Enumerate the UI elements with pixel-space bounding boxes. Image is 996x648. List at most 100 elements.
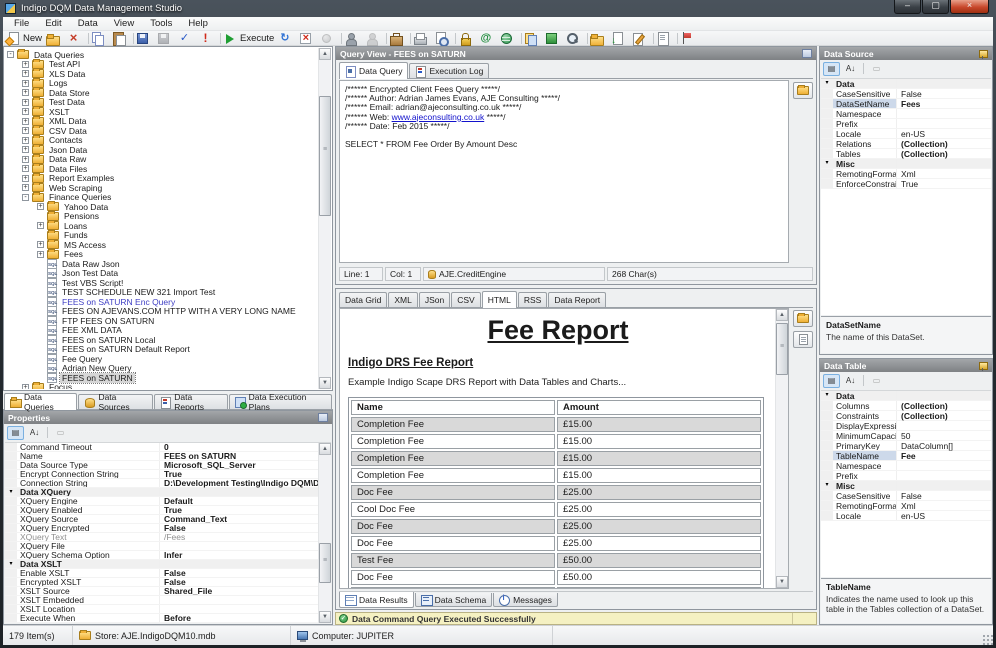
query-view-tab[interactable]: Data Query: [339, 62, 408, 79]
property-value[interactable]: (Collection): [897, 401, 991, 411]
categorized-view-button[interactable]: ▤: [823, 62, 840, 76]
toolbar-button[interactable]: [388, 31, 409, 45]
property-row[interactable]: ▾ XQuery Text /Fees: [5, 533, 318, 542]
toolbar-button[interactable]: [565, 31, 586, 45]
property-value[interactable]: D:\Development Testing\Indigo DQM\Data\J…: [160, 478, 318, 488]
pin-icon[interactable]: [978, 361, 988, 371]
scrollbar-thumb[interactable]: [319, 96, 331, 216]
results-format-tab[interactable]: Data Grid: [339, 292, 387, 307]
properties-scrollbar[interactable]: ▲ ▼: [318, 443, 331, 623]
property-value[interactable]: Xml: [897, 169, 991, 179]
tree-item[interactable]: + CSV Data: [5, 126, 318, 136]
property-row[interactable]: ▾ Data: [821, 391, 991, 401]
property-row[interactable]: ▾ XSLT Embedded: [5, 596, 318, 605]
tree-expander-icon[interactable]: +: [22, 99, 29, 106]
results-bottom-tab[interactable]: Data Results: [339, 592, 414, 608]
sql-editor[interactable]: /****** Encrypted Client Fees Query ****…: [339, 80, 789, 263]
scrollbar-thumb[interactable]: [776, 323, 788, 375]
tree-item[interactable]: + Fees: [5, 250, 318, 260]
tree-item[interactable]: + Logs: [5, 79, 318, 89]
tree-expander-icon[interactable]: +: [22, 127, 29, 134]
property-row[interactable]: ▾ Constraints (Collection): [821, 411, 991, 421]
tree-expander-icon[interactable]: +: [22, 165, 29, 172]
property-value[interactable]: False: [897, 491, 991, 501]
results-format-tab[interactable]: HTML: [482, 291, 517, 308]
property-row[interactable]: ▾ DisplayExpression: [821, 421, 991, 431]
toolbar-button[interactable]: [499, 31, 520, 45]
toolbar-button[interactable]: [679, 31, 700, 45]
toolbar-button[interactable]: [277, 31, 298, 45]
tree-expander-icon[interactable]: +: [37, 251, 44, 258]
toolbar-button[interactable]: [544, 31, 565, 45]
results-format-tab[interactable]: CSV: [451, 292, 480, 307]
tree-item[interactable]: + Report Examples: [5, 174, 318, 184]
alphabetical-sort-button[interactable]: A↓: [26, 426, 43, 440]
toolbar-button[interactable]: [135, 31, 156, 45]
tree-item[interactable]: TEST SCHEDULE NEW 321 Import Test: [5, 288, 318, 298]
property-row[interactable]: ▾ Data: [821, 79, 991, 89]
results-format-tab[interactable]: Data Report: [548, 292, 606, 307]
property-value[interactable]: Fees: [897, 99, 991, 109]
report-scrollbar[interactable]: ▲ ▼: [775, 309, 788, 588]
left-panel-tab[interactable]: Data Reports: [154, 394, 227, 409]
scroll-up-arrow-icon[interactable]: ▲: [776, 309, 788, 321]
property-row[interactable]: ▾ Namespace: [821, 109, 991, 119]
scroll-up-arrow-icon[interactable]: ▲: [319, 48, 331, 60]
property-value[interactable]: Before: [160, 613, 318, 623]
tree-expander-icon[interactable]: +: [37, 222, 44, 229]
tree-expander-icon[interactable]: +: [22, 89, 29, 96]
tree-item[interactable]: FEE XML DATA: [5, 326, 318, 336]
tree-item[interactable]: + Data Raw: [5, 155, 318, 165]
property-row[interactable]: ▾ Misc: [821, 159, 991, 169]
tree-item[interactable]: FEES on SATURN Default Report: [5, 345, 318, 355]
property-row[interactable]: ▾ Connection String D:\Development Testi…: [5, 479, 318, 488]
menu-item[interactable]: Tools: [142, 18, 180, 29]
property-row[interactable]: ▾ RemotingFormat Xml: [821, 501, 991, 511]
tree-expander-icon[interactable]: -: [7, 51, 14, 58]
tree-expander-icon[interactable]: -: [22, 194, 29, 201]
toolbar-button[interactable]: [111, 31, 132, 45]
property-row[interactable]: ▾ CaseSensitive False: [821, 89, 991, 99]
tree-item[interactable]: FTP FEES ON SATURN: [5, 316, 318, 326]
property-value[interactable]: /Fees: [160, 532, 318, 542]
minimize-button[interactable]: –: [894, 0, 921, 14]
scroll-down-arrow-icon[interactable]: ▼: [319, 377, 331, 389]
property-row[interactable]: ▾ Execute When Before: [5, 614, 318, 623]
tree-item[interactable]: Json Test Data: [5, 269, 318, 279]
property-value[interactable]: (Collection): [897, 149, 991, 159]
property-value[interactable]: DataColumn[]: [897, 441, 991, 451]
categorized-view-button[interactable]: ▤: [823, 374, 840, 388]
toolbar-button[interactable]: [298, 31, 319, 45]
menu-item[interactable]: Edit: [37, 18, 69, 29]
tree-item[interactable]: + XML Data: [5, 117, 318, 127]
toolbar-button[interactable]: New: [5, 31, 45, 45]
property-value[interactable]: (Collection): [897, 411, 991, 421]
tree-expander-icon[interactable]: +: [22, 70, 29, 77]
property-value[interactable]: 50: [897, 431, 991, 441]
menu-item[interactable]: View: [106, 18, 142, 29]
alphabetical-sort-button[interactable]: A↓: [842, 374, 859, 388]
maximize-button[interactable]: ▢: [922, 0, 949, 14]
toolbar-button[interactable]: [589, 31, 610, 45]
property-row[interactable]: ▾ TableName Fee: [821, 451, 991, 461]
tree-item[interactable]: - Data Queries: [5, 50, 318, 60]
open-query-file-button[interactable]: [793, 82, 813, 99]
property-value[interactable]: en-US: [897, 511, 991, 521]
toolbar-button[interactable]: [90, 31, 111, 45]
property-value[interactable]: Fee: [897, 451, 991, 461]
tree-item[interactable]: + XSLT: [5, 107, 318, 117]
property-row[interactable]: ▾ Prefix: [821, 471, 991, 481]
property-value[interactable]: True: [897, 179, 991, 189]
query-view-tab[interactable]: Execution Log: [409, 63, 489, 78]
tree-item[interactable]: + Json Data: [5, 145, 318, 155]
toolbar-button[interactable]: [631, 31, 652, 45]
tree-expander-icon[interactable]: +: [22, 137, 29, 144]
tree-expander-icon[interactable]: +: [22, 108, 29, 115]
toolbar-button[interactable]: [45, 31, 66, 45]
view-report-source-button[interactable]: [793, 331, 813, 348]
property-row[interactable]: ▾ Locale en-US: [821, 511, 991, 521]
pin-icon[interactable]: [978, 49, 988, 59]
property-value[interactable]: False: [897, 89, 991, 99]
tree-expander-icon[interactable]: +: [22, 156, 29, 163]
tree-item[interactable]: + Focus: [5, 383, 318, 390]
